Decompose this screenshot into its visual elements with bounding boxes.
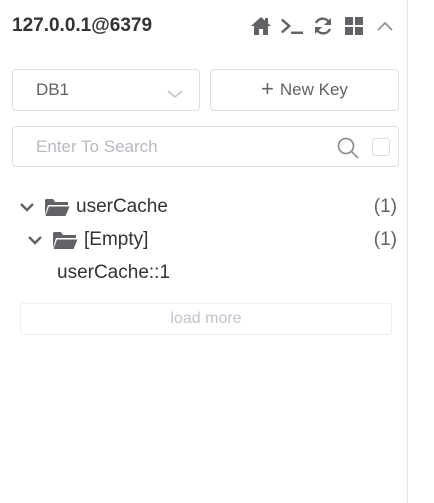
folder-open-icon xyxy=(44,197,70,217)
search-icon[interactable] xyxy=(336,136,360,165)
chevron-down-icon[interactable] xyxy=(20,202,34,212)
folder-count: (1) xyxy=(373,195,397,217)
refresh-icon[interactable] xyxy=(311,14,335,38)
exact-search-checkbox[interactable] xyxy=(372,138,390,156)
folder-label: userCache xyxy=(76,195,168,217)
search-input[interactable] xyxy=(13,127,333,166)
toolbar-row: DB1 + New Key xyxy=(12,69,399,111)
terminal-icon[interactable] xyxy=(280,14,304,38)
tree-folder-row[interactable]: [Empty] (1) xyxy=(0,223,408,256)
plus-icon: + xyxy=(261,76,274,101)
new-key-button[interactable]: + New Key xyxy=(210,69,399,111)
db-select-value: DB1 xyxy=(36,80,70,99)
connection-header: 127.0.0.1@6379 xyxy=(12,12,397,40)
chevron-up-icon[interactable] xyxy=(373,14,397,38)
search-box xyxy=(12,126,399,167)
chevron-down-icon xyxy=(167,84,183,104)
grid-icon[interactable] xyxy=(342,14,366,38)
folder-open-icon xyxy=(52,230,78,250)
load-more-button[interactable]: load more xyxy=(20,303,392,335)
folder-label: [Empty] xyxy=(84,228,149,250)
header-icon-bar xyxy=(249,14,397,38)
key-tree: userCache (1) [Empty] (1) userCache::1 xyxy=(0,190,408,289)
sidebar-panel: 127.0.0.1@6379 DB1 + New Key Enter To Se… xyxy=(0,0,408,503)
connection-title: 127.0.0.1@6379 xyxy=(12,15,153,36)
tree-key-row[interactable]: userCache::1 xyxy=(0,256,408,289)
db-select[interactable]: DB1 xyxy=(12,69,200,111)
key-label: userCache::1 xyxy=(57,261,171,283)
folder-count: (1) xyxy=(373,228,397,250)
new-key-label: New Key xyxy=(279,80,348,99)
tree-folder-row[interactable]: userCache (1) xyxy=(0,190,408,223)
home-icon[interactable] xyxy=(249,14,273,38)
chevron-down-icon[interactable] xyxy=(28,235,42,245)
